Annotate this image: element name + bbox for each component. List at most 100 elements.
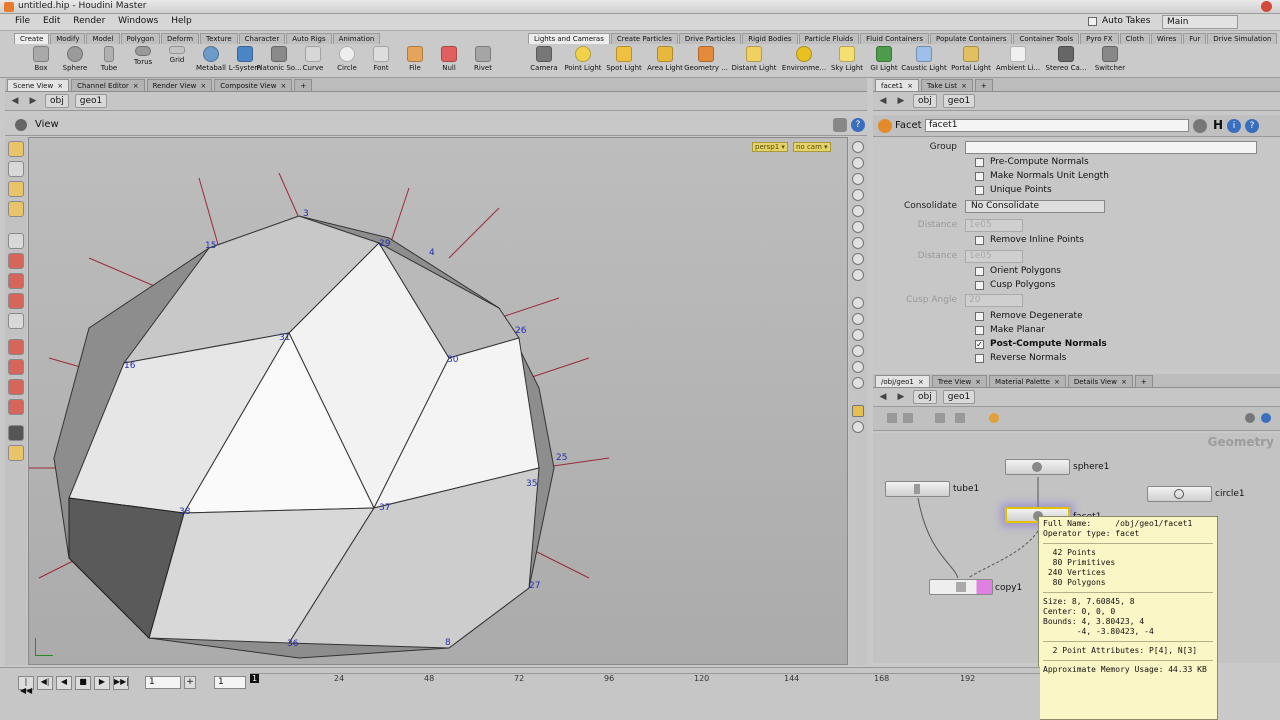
wireframe-icon[interactable] (852, 237, 864, 249)
shelf-tab-modify[interactable]: Modify (50, 33, 86, 44)
close-icon[interactable]: × (918, 378, 924, 386)
tool-distant-light[interactable]: Distant Light (726, 46, 782, 76)
forward-icon[interactable]: ▶ (895, 391, 907, 403)
tool-spot-light[interactable]: Spot Light (604, 46, 644, 76)
checkbox[interactable] (975, 266, 984, 276)
close-icon[interactable]: × (1054, 378, 1060, 386)
visibility-icon[interactable] (852, 157, 864, 169)
gear-icon[interactable] (1193, 119, 1207, 133)
desktop-select[interactable]: Main (1162, 15, 1238, 29)
checkbox[interactable] (975, 171, 984, 181)
tool-platonic[interactable]: Platonic So... (256, 46, 302, 76)
auto-takes-checkbox[interactable] (1088, 17, 1097, 26)
checkbox-checked[interactable]: ✓ (975, 339, 984, 349)
search-icon[interactable] (1245, 413, 1255, 423)
shelf-tab-auto-rigs[interactable]: Auto Rigs (286, 33, 332, 44)
play-icon[interactable]: ▶ (94, 676, 110, 690)
list-icon[interactable] (887, 413, 897, 423)
tool-point-light[interactable]: Point Light (562, 46, 604, 76)
back-icon[interactable]: ◀ (9, 95, 21, 107)
3d-viewport[interactable]: 3 15 29 4 26 31 30 16 25 35 38 37 27 36 … (28, 137, 848, 665)
prim-snap-icon[interactable] (852, 329, 864, 341)
path-obj[interactable]: obj (913, 390, 937, 404)
param-post-compute-normals[interactable]: ✓ Post-Compute Normals (873, 337, 1273, 351)
shelf-tab-lights-cameras[interactable]: Lights and Cameras (528, 33, 610, 44)
handle-tool-icon[interactable] (8, 181, 24, 197)
shelf-tab-polygon[interactable]: Polygon (120, 33, 161, 44)
tool-file[interactable]: File (398, 46, 432, 76)
path-geo1[interactable]: geo1 (74, 94, 108, 108)
pose-tool-icon[interactable] (8, 233, 24, 249)
no-cam-menu[interactable]: no cam ▾ (793, 142, 831, 152)
jump-end-icon[interactable]: ▶▶| (113, 676, 129, 690)
param-make-planar[interactable]: Make Planar (873, 323, 1273, 337)
tool-sphere[interactable]: Sphere (58, 46, 92, 76)
shelf-tab-deform[interactable]: Deform (161, 33, 200, 44)
frame-step-button[interactable]: + (184, 676, 196, 689)
tool-gi-light[interactable]: GI Light (868, 46, 900, 76)
close-icon[interactable]: × (961, 82, 967, 90)
multi-snap-icon[interactable] (852, 361, 864, 373)
param-unit-normals[interactable]: Make Normals Unit Length (873, 169, 1273, 183)
tab-network[interactable]: /obj/geo1 × (875, 375, 930, 387)
checkbox[interactable] (975, 235, 984, 245)
tool-torus[interactable]: Torus (126, 46, 160, 76)
layout-icon[interactable] (852, 405, 864, 417)
tab-material-palette[interactable]: Material Palette × (989, 375, 1066, 387)
param-remove-inline[interactable]: Remove Inline Points (873, 233, 1273, 247)
shelf-tab-fluid-containers[interactable]: Fluid Containers (860, 33, 929, 44)
tool-environment-light[interactable]: Environme... (782, 46, 826, 76)
shelf-tab-pyro-fx[interactable]: Pyro FX (1080, 33, 1119, 44)
tab-render-view[interactable]: Render View × (146, 79, 213, 91)
snap-icon[interactable] (852, 297, 864, 309)
point-numbers-icon[interactable] (852, 189, 864, 201)
layout-icon[interactable] (935, 413, 945, 423)
current-frame-marker[interactable]: 1 (250, 674, 260, 683)
tool-ambient-light[interactable]: Ambient Li... (994, 46, 1042, 76)
help-icon[interactable]: ? (851, 118, 865, 132)
checkbox[interactable] (975, 325, 984, 335)
tab-tree-view[interactable]: Tree View × (931, 375, 988, 387)
path-geo1[interactable]: geo1 (942, 390, 976, 404)
transform-tool-icon[interactable] (8, 313, 24, 329)
view-tool-icon[interactable] (8, 201, 24, 217)
tab-composite-view[interactable]: Composite View × (214, 79, 293, 91)
close-icon[interactable]: × (57, 82, 63, 90)
step-back-icon[interactable]: ◀| (37, 676, 53, 690)
shelf-tab-container-tools[interactable]: Container Tools (1013, 33, 1080, 44)
peak-tool-icon[interactable] (8, 359, 24, 375)
render-region-icon[interactable] (8, 425, 24, 441)
close-icon[interactable]: × (1121, 378, 1127, 386)
distance-input[interactable]: 1e05 (965, 249, 1023, 263)
checkbox[interactable] (975, 157, 984, 167)
paint-select-icon[interactable] (8, 161, 24, 177)
param-unique-points[interactable]: Unique Points (873, 183, 1273, 197)
display-normals-icon[interactable] (852, 205, 864, 217)
align-icon[interactable] (852, 377, 864, 389)
display-options-icon[interactable] (8, 445, 24, 461)
shelf-tab-character[interactable]: Character (238, 33, 286, 44)
shelf-tab-texture[interactable]: Texture (200, 33, 238, 44)
add-tab-icon[interactable]: + (1134, 375, 1153, 387)
param-remove-degenerate[interactable]: Remove Degenerate (873, 309, 1273, 323)
checkbox[interactable] (975, 185, 984, 195)
shelf-tab-create-particles[interactable]: Create Particles (610, 33, 678, 44)
tool-area-light[interactable]: Area Light (644, 46, 686, 76)
param-cusp-polygons[interactable]: Cusp Polygons (873, 278, 1273, 292)
tool-portal-light[interactable]: Portal Light (948, 46, 994, 76)
magnet-tool-icon[interactable] (8, 339, 24, 355)
start-frame-input[interactable]: 1 (214, 676, 246, 689)
tab-take-list[interactable]: Take List × (920, 79, 973, 91)
view-layout-icon[interactable] (852, 421, 864, 433)
grid-icon[interactable] (903, 413, 913, 423)
shelf-tab-animation[interactable]: Animation (332, 33, 381, 44)
add-tab-icon[interactable]: + (294, 79, 313, 91)
back-icon[interactable]: ◀ (877, 95, 889, 107)
shelf-tab-populate-containers[interactable]: Populate Containers (929, 33, 1013, 44)
node-tube1[interactable] (885, 481, 950, 497)
path-obj[interactable]: obj (45, 94, 69, 108)
shelf-tab-drive-simulation[interactable]: Drive Simulation (1207, 33, 1278, 44)
tool-camera[interactable]: Camera (526, 46, 562, 76)
close-icon[interactable]: × (280, 82, 286, 90)
tab-facet1[interactable]: facet1 × (875, 79, 919, 91)
